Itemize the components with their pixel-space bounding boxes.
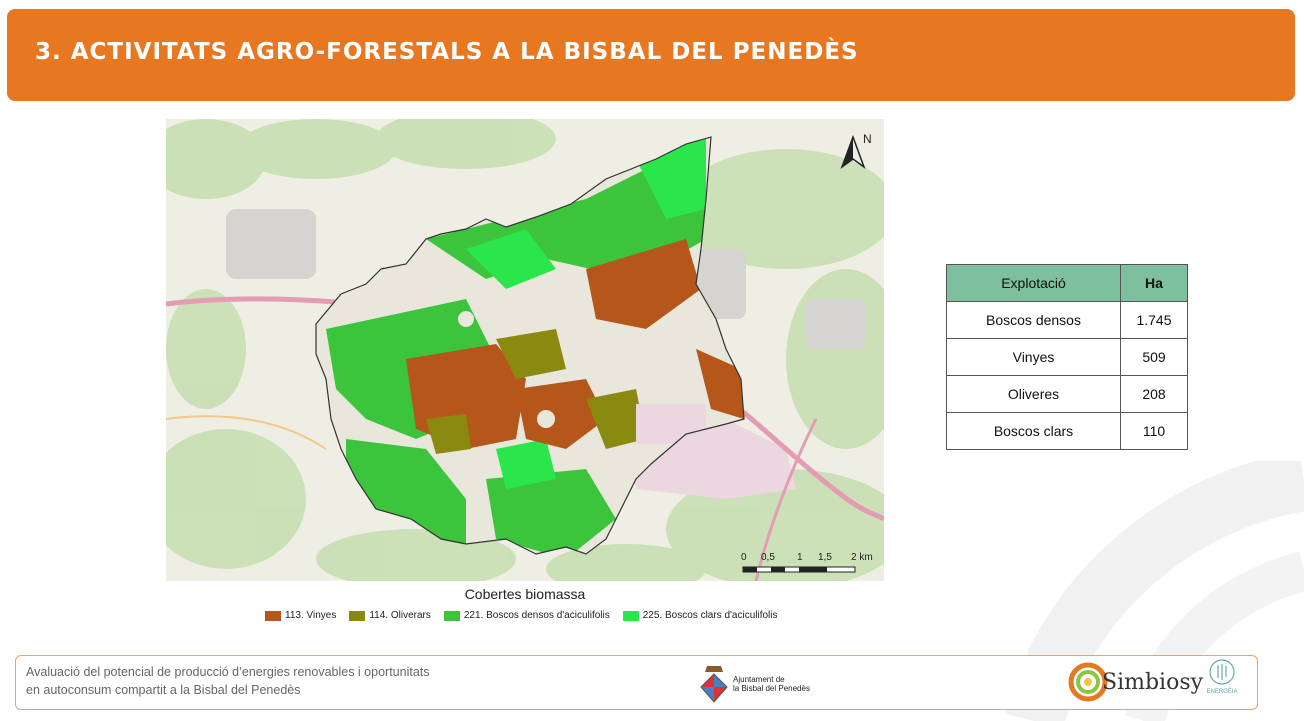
table-cell-name: Vinyes bbox=[946, 338, 1121, 376]
energia-logo: ENERGÈIA bbox=[1199, 658, 1245, 695]
footer: Avaluació del potencial de producció d’e… bbox=[15, 655, 1258, 710]
table-cell-ha: 1.745 bbox=[1120, 301, 1188, 339]
footer-line-1: Avaluació del potencial de producció d’e… bbox=[26, 665, 430, 679]
table-header-explotacio: Explotació bbox=[946, 264, 1121, 302]
legend-label-boscos-densos: 221. Boscos densos d'aciculifolis bbox=[463, 610, 610, 621]
legend-title: Cobertes biomassa bbox=[464, 586, 586, 602]
page-title: 3. ACTIVITATS AGRO-FORESTALS A LA BISBAL… bbox=[35, 39, 859, 65]
north-label: N bbox=[863, 132, 872, 146]
legend-item-oliverars: 114. Oliverars bbox=[349, 610, 431, 621]
simbiosy-name: Simbiosy bbox=[1102, 669, 1204, 695]
ajuntament-line-2: la Bisbal del Penedès bbox=[733, 684, 810, 693]
table-row: Boscos densos 1.745 bbox=[946, 301, 1188, 339]
table-row: Oliveres 208 bbox=[946, 375, 1188, 413]
map-legend: 113. Vinyes 114. Oliverars 221. Boscos d… bbox=[265, 610, 778, 621]
table-cell-name: Oliveres bbox=[946, 375, 1121, 413]
table-cell-name: Boscos densos bbox=[946, 301, 1121, 339]
legend-swatch-boscos-densos bbox=[443, 610, 460, 621]
footer-line-2: en autoconsum compartit a la Bisbal del … bbox=[26, 683, 301, 697]
footer-description: Avaluació del potencial de producció d’e… bbox=[26, 663, 430, 699]
legend-label-oliverars: 114. Oliverars bbox=[369, 610, 431, 621]
table-cell-ha: 208 bbox=[1120, 375, 1188, 413]
coat-of-arms-icon bbox=[700, 666, 728, 703]
ajuntament-line-1: Ajuntament de bbox=[733, 675, 785, 684]
legend-item-vinyes: 113. Vinyes bbox=[265, 610, 336, 621]
table-row: Vinyes 509 bbox=[946, 338, 1188, 376]
legend-item-boscos-densos: 221. Boscos densos d'aciculifolis bbox=[443, 610, 610, 621]
scale-label-0: 0 bbox=[741, 552, 747, 563]
energia-name: ENERGÈIA bbox=[1206, 689, 1238, 695]
scale-label-1: 1 bbox=[797, 552, 803, 563]
energia-icon bbox=[1209, 659, 1235, 685]
legend-swatch-oliverars bbox=[349, 610, 366, 621]
legend-swatch-boscos-clars bbox=[622, 610, 639, 621]
table-header-ha: Ha bbox=[1120, 264, 1188, 302]
title-bar: 3. ACTIVITATS AGRO-FORESTALS A LA BISBAL… bbox=[7, 9, 1295, 101]
ajuntament-logo: Ajuntament de la Bisbal del Penedès bbox=[699, 664, 810, 704]
table-row: Boscos clars 110 bbox=[946, 412, 1188, 450]
exploitation-table: Explotació Ha Boscos densos 1.745 Vinyes… bbox=[946, 264, 1188, 450]
legend-item-boscos-clars: 225. Boscos clars d'aciculifolis bbox=[622, 610, 778, 621]
legend-label-vinyes: 113. Vinyes bbox=[285, 610, 337, 621]
table-header-row: Explotació Ha bbox=[946, 264, 1188, 302]
simbiosy-logo: Simbiosy bbox=[1066, 660, 1203, 704]
legend-swatch-vinyes bbox=[265, 610, 281, 621]
scale-label-15: 1,5 bbox=[818, 552, 832, 563]
biomass-map: N 0 0,5 1 1,5 2 km bbox=[166, 119, 884, 581]
scale-label-05: 0,5 bbox=[761, 552, 775, 563]
table-cell-name: Boscos clars bbox=[946, 412, 1121, 450]
table-cell-ha: 509 bbox=[1120, 338, 1188, 376]
scale-label-2: 2 km bbox=[851, 552, 873, 563]
legend-label-boscos-clars: 225. Boscos clars d'aciculifolis bbox=[642, 610, 778, 621]
table-cell-ha: 110 bbox=[1120, 412, 1188, 450]
